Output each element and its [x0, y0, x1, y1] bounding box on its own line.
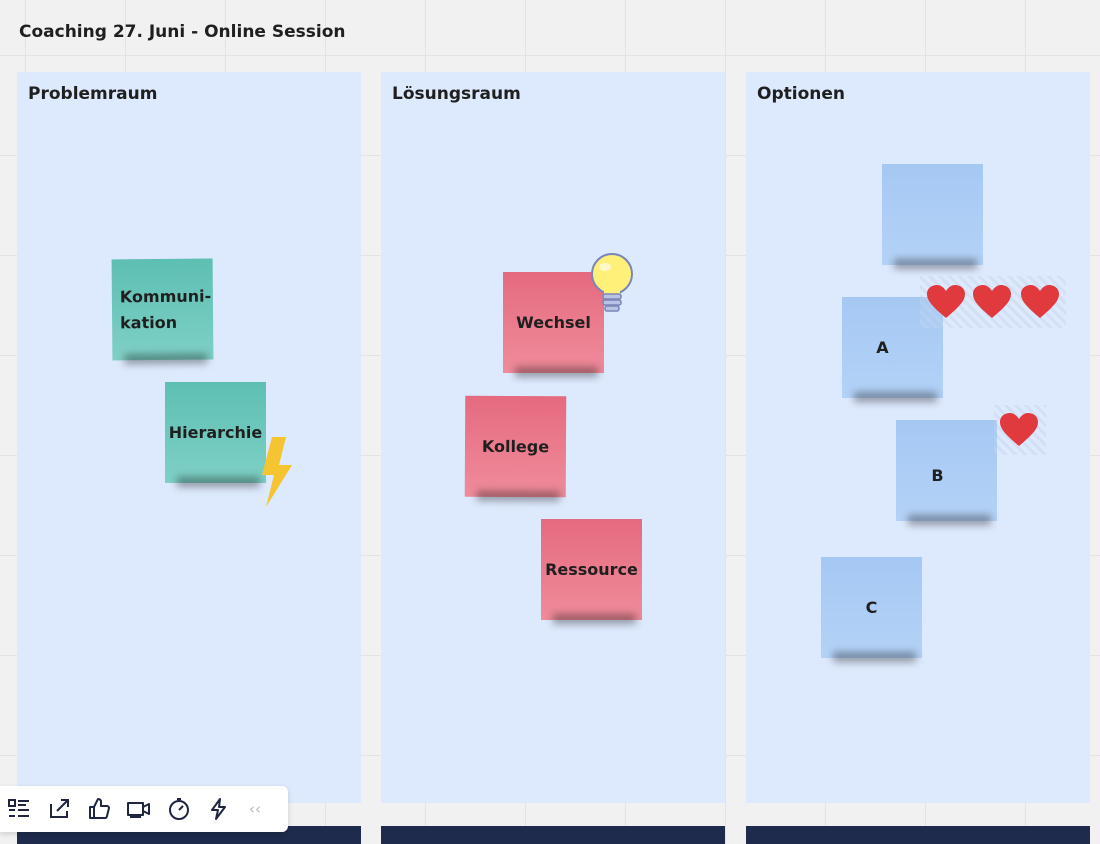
heart-icon[interactable]: [1000, 413, 1038, 451]
heart-icon[interactable]: [973, 285, 1011, 323]
sticky-note-b[interactable]: B: [896, 420, 997, 521]
sticky-note-c[interactable]: C: [821, 557, 922, 658]
column-title: Lösungsraum: [392, 84, 521, 104]
lightning-icon[interactable]: [204, 794, 234, 824]
sticky-note-hierarchie[interactable]: Hierarchie: [165, 382, 266, 483]
sticky-note-text: Ressource: [545, 559, 638, 579]
sticky-note-text: C: [865, 597, 878, 617]
bottom-toolbar: ‹‹: [0, 786, 288, 832]
sticky-note-text: Hierarchie: [168, 422, 263, 442]
list-icon[interactable]: [4, 794, 34, 824]
video-camera-icon[interactable]: [124, 794, 154, 824]
heart-icon[interactable]: [1021, 285, 1059, 323]
column-footer: [381, 826, 725, 844]
sticky-note-kollege[interactable]: Kollege: [464, 395, 567, 498]
sticky-note-kommunikation[interactable]: Kommuni- kation: [111, 258, 214, 361]
sticky-note-ressource[interactable]: Ressource: [541, 519, 642, 620]
column-title: Optionen: [757, 84, 845, 104]
sticky-note-text: Wechsel: [516, 312, 591, 332]
sticky-note-text: Kommuni- kation: [119, 286, 212, 332]
sticky-note-text: Kollege: [481, 436, 550, 456]
thumbs-up-icon[interactable]: [84, 794, 114, 824]
board-title: Coaching 27. Juni - Online Session: [19, 22, 346, 42]
timer-icon[interactable]: [164, 794, 194, 824]
sticky-note-text: B: [931, 465, 944, 485]
lightning-bolt-icon[interactable]: [258, 437, 294, 511]
heart-icon[interactable]: [927, 285, 965, 323]
sticky-note-blank[interactable]: [882, 164, 983, 265]
share-icon[interactable]: [44, 794, 74, 824]
sticky-note-text: A: [876, 337, 889, 357]
column-footer: [746, 826, 1090, 844]
column-title: Problemraum: [28, 84, 158, 104]
collapse-toolbar-button[interactable]: ‹‹: [244, 794, 266, 824]
lightbulb-icon[interactable]: [589, 252, 637, 324]
